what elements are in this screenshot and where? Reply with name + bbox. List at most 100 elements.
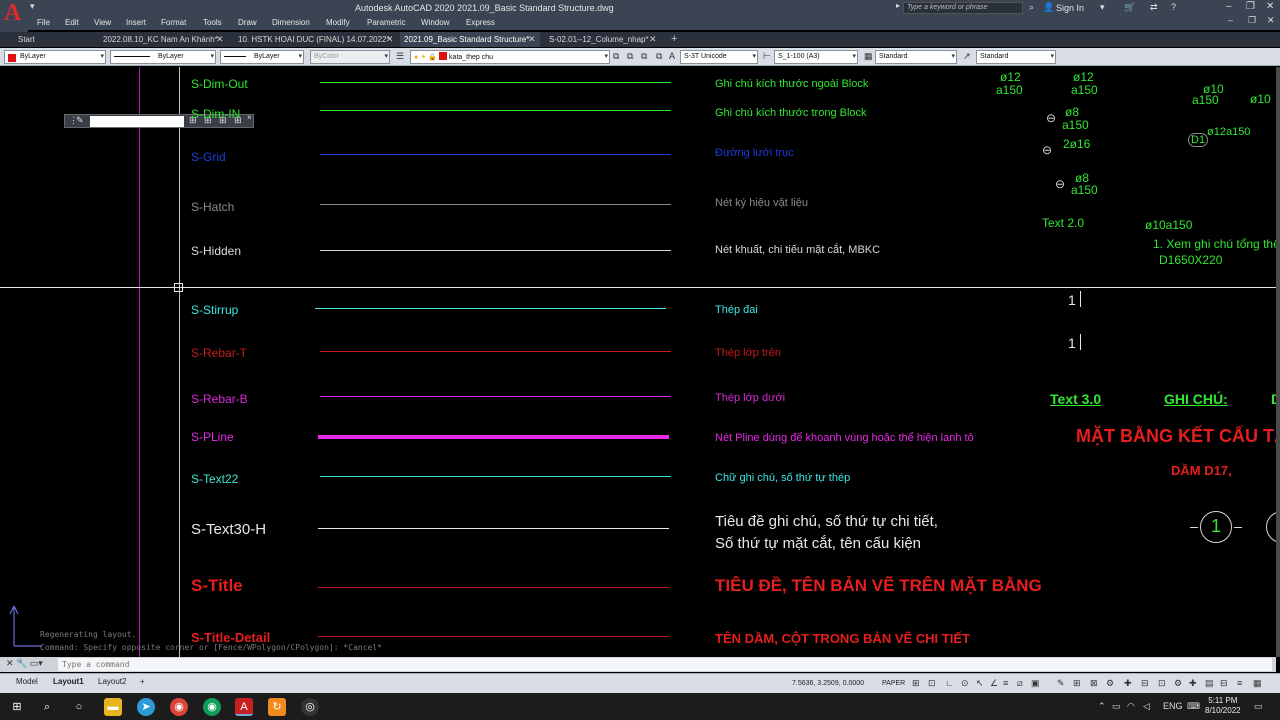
close-command-line-icon[interactable]: ✕ [6, 658, 14, 668]
capture-app-icon[interactable]: ↻ [268, 698, 286, 716]
chrome-profile-icon[interactable]: ◉ [203, 698, 221, 716]
layer-tool-icon[interactable]: ✎ [76, 115, 84, 126]
minimize-icon[interactable]: – [1226, 1, 1232, 12]
search-expand-icon[interactable]: ▸ [896, 1, 900, 10]
menu-view[interactable]: View [94, 18, 111, 27]
grid-icon[interactable]: ⊞ [912, 678, 920, 689]
tab-close-icon[interactable]: ✕ [649, 32, 657, 47]
menu-modify[interactable]: Modify [326, 18, 350, 27]
lock-ui-icon[interactable]: ⚙ [1174, 678, 1182, 689]
menu-file[interactable]: File [37, 18, 50, 27]
dim-style-icon[interactable]: ⊢ [763, 51, 771, 62]
tray-expand-icon[interactable]: ⌃ [1098, 701, 1106, 712]
layout-tab-layout2[interactable]: Layout2 [98, 677, 126, 686]
autocad-taskbar-icon[interactable]: A [235, 698, 253, 716]
obs-icon[interactable]: ◎ [301, 698, 319, 716]
user-icon[interactable]: 👤 [1043, 2, 1054, 13]
menu-express[interactable]: Express [466, 18, 495, 27]
table-style-icon[interactable]: ▦ [864, 51, 873, 62]
menu-tools[interactable]: Tools [203, 18, 222, 27]
menu-edit[interactable]: Edit [65, 18, 79, 27]
doc-close-icon[interactable]: ✕ [1267, 15, 1275, 26]
tab-hstk-hoai-duc[interactable]: 10. HSTK HOAI DUC (FINAL) 14.07.2022* [234, 32, 400, 47]
tab-close-icon[interactable]: ✕ [386, 32, 394, 47]
sign-in-dropdown-icon[interactable]: ▾ [1100, 2, 1105, 13]
cart-icon[interactable]: 🛒 [1124, 2, 1135, 13]
make-current-icon[interactable]: ⧉ [613, 51, 619, 62]
transparency-icon[interactable]: ⧄ [1017, 678, 1023, 689]
search-icon[interactable]: ⌕ [38, 698, 56, 716]
color-dropdown[interactable]: ByLayer ▾ [4, 50, 106, 64]
sign-in-link[interactable]: Sign In [1056, 3, 1084, 13]
menu-format[interactable]: Format [161, 18, 186, 27]
mleader-style-dropdown[interactable]: Standard ▾ [976, 50, 1056, 64]
telegram-icon[interactable]: ➤ [137, 698, 155, 716]
notifications-icon[interactable]: ▭ [1254, 701, 1263, 712]
space-toggle[interactable]: PAPER [882, 680, 905, 687]
start-icon[interactable]: ⊞ [8, 698, 26, 716]
tab-basic-standard-structure[interactable]: 2021.09_Basic Standard Structure* [400, 32, 540, 47]
layer-previous-icon[interactable]: ⧉ [641, 51, 647, 62]
close-icon[interactable]: ✕ [1266, 1, 1274, 12]
doc-minimize-icon[interactable]: – [1228, 15, 1233, 25]
menu-draw[interactable]: Draw [238, 18, 257, 27]
text-style-icon[interactable]: A [669, 51, 675, 61]
annotation-icon[interactable]: ✎ [1057, 678, 1065, 689]
network-icon[interactable]: ▭ [1112, 701, 1121, 712]
table-style-dropdown[interactable]: Standard ▾ [875, 50, 957, 64]
status-extra-icon[interactable]: ▦ [1253, 678, 1262, 689]
hardware-acceleration-icon[interactable]: ▤ [1205, 678, 1214, 689]
quick-properties-icon[interactable]: ⊡ [1158, 678, 1166, 689]
drawing-area[interactable]: ⋮ ✎ ⊞ ⊞ ⊞ ⊞ × S-Dim-Out Ghi chú kích thư… [0, 67, 1276, 657]
tab-close-icon[interactable]: ✕ [528, 32, 536, 47]
tab-start[interactable]: Start [14, 32, 94, 47]
new-tab-icon[interactable]: + [671, 32, 677, 47]
menu-window[interactable]: Window [421, 18, 449, 27]
clean-screen-icon[interactable]: ⊟ [1220, 678, 1228, 689]
menu-dimension[interactable]: Dimension [272, 18, 310, 27]
floating-input[interactable] [90, 116, 184, 127]
ortho-icon[interactable]: ∟ [945, 678, 954, 688]
command-input[interactable] [58, 658, 1272, 671]
layout-tab-model[interactable]: Model [16, 677, 38, 686]
layer-dropdown[interactable]: ● ☀ 🔒 kata_thep chu ▾ [410, 50, 610, 64]
wifi-icon[interactable]: ◠ [1127, 701, 1135, 712]
customize-icon[interactable]: 🔧 [16, 658, 27, 668]
lineweight-icon[interactable]: ≡ [1003, 678, 1008, 688]
tab-nam-an-khanh[interactable]: 2022.08.10_KC Nam An Khánh* [99, 32, 227, 47]
help-icon[interactable]: ? [1171, 2, 1176, 12]
isolate-objects-icon[interactable]: ✚ [1189, 678, 1197, 689]
vertical-scrollbar[interactable] [1276, 67, 1280, 657]
task-view-icon[interactable]: ○ [70, 698, 88, 716]
autocad-logo[interactable]: A [0, 0, 28, 32]
polar-icon[interactable]: ⊙ [961, 678, 969, 689]
volume-icon[interactable]: ◁ [1143, 701, 1150, 712]
menu-insert[interactable]: Insert [126, 18, 146, 27]
units-icon[interactable]: ⊟ [1141, 678, 1149, 689]
file-explorer-icon[interactable]: ▬ [104, 698, 122, 716]
exchange-icon[interactable]: ⇄ [1150, 2, 1158, 13]
match-layer-icon[interactable]: ⧉ [627, 51, 633, 62]
quick-access-dropdown-icon[interactable]: ▾ [30, 1, 35, 12]
doc-restore-icon[interactable]: ❐ [1248, 15, 1256, 26]
search-input[interactable]: Type a keyword or phrase [903, 2, 1023, 14]
customization-icon[interactable]: ≡ [1237, 678, 1242, 688]
tab-close-icon[interactable]: ✕ [216, 32, 224, 47]
layer-state-icon[interactable]: ⧉ [656, 51, 662, 62]
mleader-style-icon[interactable]: ↗ [963, 51, 971, 62]
keyboard-icon[interactable]: ⌨ [1187, 701, 1200, 712]
search-icon[interactable]: ⌕ [1029, 2, 1034, 13]
linetype-dropdown[interactable]: ByLayer ▾ [110, 50, 216, 64]
maximize-icon[interactable]: ❐ [1246, 1, 1255, 12]
text-style-dropdown[interactable]: S-3T Unicode ▾ [680, 50, 758, 64]
toolbar-close-icon[interactable]: × [247, 113, 252, 122]
menu-parametric[interactable]: Parametric [367, 18, 406, 27]
lineweight-dropdown[interactable]: ByLayer ▾ [220, 50, 304, 64]
language-indicator[interactable]: ENG [1163, 701, 1183, 711]
workspace-icon[interactable]: ✚ [1124, 678, 1132, 689]
otrack-icon[interactable]: ∠ [990, 678, 998, 689]
annotation-scale-icon[interactable]: ⚙ [1106, 678, 1114, 689]
snap-icon[interactable]: ⊡ [928, 678, 936, 689]
layer-properties-icon[interactable]: ☰ [396, 51, 404, 62]
osnap-icon[interactable]: ↖ [976, 678, 984, 689]
